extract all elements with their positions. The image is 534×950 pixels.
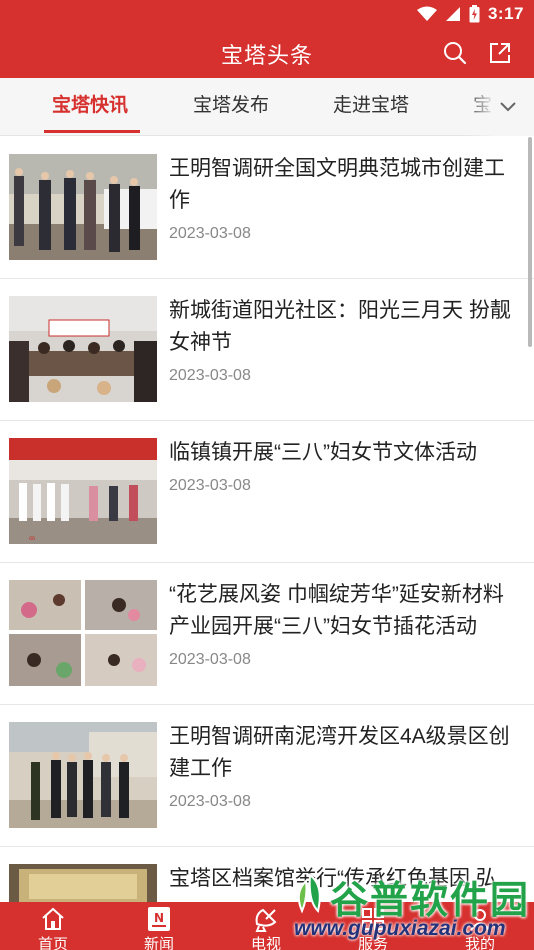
nav-tv[interactable]: 电视 [213, 902, 319, 950]
expand-tabs-button[interactable] [494, 93, 522, 121]
news-date: 2023-03-08 [169, 651, 251, 668]
active-tab-indicator [44, 130, 140, 133]
news-thumbnail [9, 722, 157, 828]
battery-icon [469, 5, 480, 23]
news-title: 王明智调研全国文明典范城市创建工作 [169, 157, 505, 212]
nav-home[interactable]: 首页 [0, 902, 106, 950]
search-icon [444, 42, 467, 65]
share-button[interactable] [485, 38, 515, 68]
scrollbar[interactable] [528, 137, 532, 347]
news-thumbnail [9, 864, 157, 902]
news-item[interactable]: 王明智调研全国文明典范城市创建工作 2023-03-08 [0, 137, 534, 279]
news-thumbnail [9, 580, 157, 686]
nav-label: 新闻 [143, 936, 174, 950]
news-item[interactable]: 王明智调研南泥湾开发区4A级景区创建工作 2023-03-08 [0, 705, 534, 847]
nav-label: 服务 [357, 936, 388, 950]
news-title: 王明智调研南泥湾开发区4A级景区创建工作 [169, 725, 510, 780]
signal-icon [445, 7, 460, 21]
news-title: 宝塔区档案馆举行“传承红色基因 弘 [169, 867, 497, 890]
news-thumbnail [9, 296, 157, 402]
nav-label: 首页 [37, 936, 68, 950]
status-bar: 3:17 [0, 0, 534, 28]
tv-icon [252, 906, 280, 932]
news-icon: N [145, 906, 173, 932]
wifi-icon [416, 6, 437, 21]
category-tabs: 宝塔快讯 宝塔发布 走进宝塔 宝 [0, 78, 534, 136]
news-thumbnail [9, 154, 157, 260]
status-time: 3:17 [487, 4, 524, 23]
news-thumbnail: ꝏ [9, 438, 157, 544]
news-item[interactable]: ꝏ 临镇镇开展“三八”妇女节文体活动 2023-03-08 [0, 421, 534, 563]
tab-baota-kuaixun[interactable]: 宝塔快讯 [52, 78, 128, 135]
nav-news[interactable]: N 新闻 [106, 902, 212, 950]
news-list: 王明智调研全国文明典范城市创建工作 2023-03-08 新城街道阳光社区：阳光… [0, 137, 534, 902]
news-title: “花艺展风姿 巾帼绽芳华”延安新材料产业园开展“三八”妇女节插花活动 [169, 583, 504, 638]
service-icon [359, 906, 387, 932]
news-date: 2023-03-08 [169, 477, 251, 494]
nav-service[interactable]: 服务 [320, 902, 426, 950]
svg-text:N: N [154, 911, 164, 925]
search-button[interactable] [440, 38, 470, 68]
share-icon [490, 43, 510, 63]
news-date: 2023-03-08 [169, 367, 251, 384]
nav-me[interactable]: 我的 [427, 902, 533, 950]
nav-label: 电视 [250, 936, 281, 950]
news-date: 2023-03-08 [169, 225, 251, 242]
news-title: 临镇镇开展“三八”妇女节文体活动 [169, 441, 477, 464]
news-title: 新城街道阳光社区：阳光三月天 扮靓女神节 [169, 299, 511, 354]
news-date: 2023-03-08 [169, 793, 251, 810]
tab-baota-fabu[interactable]: 宝塔发布 [193, 78, 269, 135]
bottom-nav: 首页 N 新闻 电视 服务 我的 [0, 902, 534, 950]
chevron-down-icon [500, 102, 516, 112]
news-item[interactable]: 宝塔区档案馆举行“传承红色基因 弘 [0, 847, 534, 902]
tab-zoujin-baota[interactable]: 走进宝塔 [333, 78, 409, 135]
svg-text:ꝏ: ꝏ [29, 535, 35, 542]
news-item[interactable]: “花艺展风姿 巾帼绽芳华”延安新材料产业园开展“三八”妇女节插花活动 2023-… [0, 563, 534, 705]
news-item[interactable]: 新城街道阳光社区：阳光三月天 扮靓女神节 2023-03-08 [0, 279, 534, 421]
user-icon [466, 906, 494, 932]
home-icon [39, 906, 67, 932]
app-header: 宝塔头条 [0, 28, 534, 78]
nav-label: 我的 [464, 936, 495, 950]
